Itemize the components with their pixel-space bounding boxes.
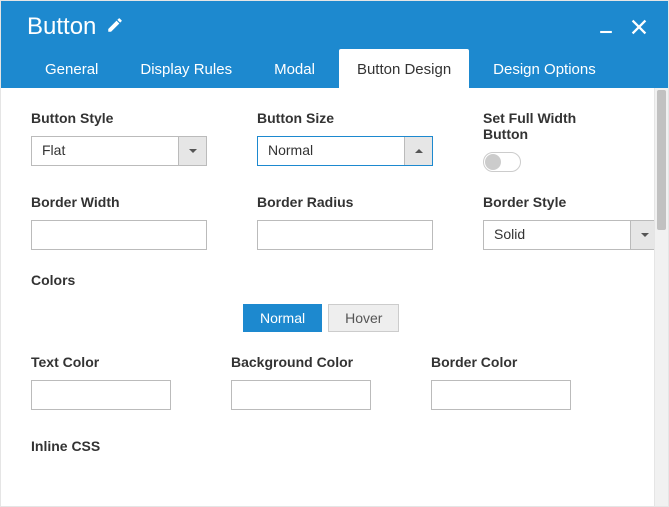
select-button-size[interactable]: Normal [257, 136, 433, 166]
chevron-down-icon [630, 221, 654, 249]
input-border-radius[interactable] [257, 220, 433, 250]
label-border-color: Border Color [431, 354, 571, 370]
select-value: Solid [484, 221, 630, 249]
input-border-width[interactable] [31, 220, 207, 250]
label-border-style: Border Style [483, 194, 654, 210]
field-border-width: Border Width [31, 194, 207, 250]
field-button-size: Button Size Normal [257, 110, 433, 172]
vertical-scrollbar[interactable] [654, 88, 668, 506]
tab-bar: General Display Rules Modal Button Desig… [1, 49, 668, 88]
tab-button-design[interactable]: Button Design [339, 49, 469, 88]
dialog-title: Button [27, 13, 96, 41]
seg-hover[interactable]: Hover [328, 304, 399, 332]
input-border-color[interactable] [431, 380, 571, 410]
toggle-full-width[interactable] [483, 152, 521, 172]
tab-general[interactable]: General [27, 49, 116, 88]
input-bg-color[interactable] [231, 380, 371, 410]
tab-display-rules[interactable]: Display Rules [122, 49, 250, 88]
chevron-down-icon [178, 137, 206, 165]
tab-modal[interactable]: Modal [256, 49, 333, 88]
field-border-color: Border Color [431, 354, 571, 410]
color-state-segment: Normal Hover [243, 304, 624, 332]
label-border-width: Border Width [31, 194, 207, 210]
label-colors: Colors [31, 272, 624, 288]
select-value: Flat [32, 137, 178, 165]
seg-normal[interactable]: Normal [243, 304, 322, 332]
select-value: Normal [258, 137, 404, 165]
content-wrap: Button Style Flat Button Size Normal [1, 88, 668, 506]
label-text-color: Text Color [31, 354, 171, 370]
dialog-window: Button General Display Rules Modal Butto… [0, 0, 669, 507]
label-inline-css: Inline CSS [31, 438, 624, 454]
input-text-color[interactable] [31, 380, 171, 410]
label-button-size: Button Size [257, 110, 433, 126]
scrollbar-thumb[interactable] [657, 90, 666, 230]
minimize-button[interactable] [596, 17, 616, 37]
content-area: Button Style Flat Button Size Normal [1, 88, 654, 506]
tab-design-options[interactable]: Design Options [475, 49, 614, 88]
pencil-icon[interactable] [106, 16, 124, 39]
select-border-style[interactable]: Solid [483, 220, 654, 250]
dialog-header: Button General Display Rules Modal Butto… [1, 1, 668, 88]
select-button-style[interactable]: Flat [31, 136, 207, 166]
label-bg-color: Background Color [231, 354, 371, 370]
toggle-knob [485, 154, 501, 170]
label-border-radius: Border Radius [257, 194, 433, 210]
label-full-width: Set Full Width Button [483, 110, 624, 142]
label-button-style: Button Style [31, 110, 207, 126]
titlebar: Button [1, 1, 668, 49]
close-button[interactable] [628, 16, 650, 38]
field-border-radius: Border Radius [257, 194, 433, 250]
field-button-style: Button Style Flat [31, 110, 207, 172]
field-bg-color: Background Color [231, 354, 371, 410]
chevron-up-icon [404, 137, 432, 165]
field-full-width: Set Full Width Button [483, 110, 624, 172]
field-text-color: Text Color [31, 354, 171, 410]
field-border-style: Border Style Solid [483, 194, 654, 250]
